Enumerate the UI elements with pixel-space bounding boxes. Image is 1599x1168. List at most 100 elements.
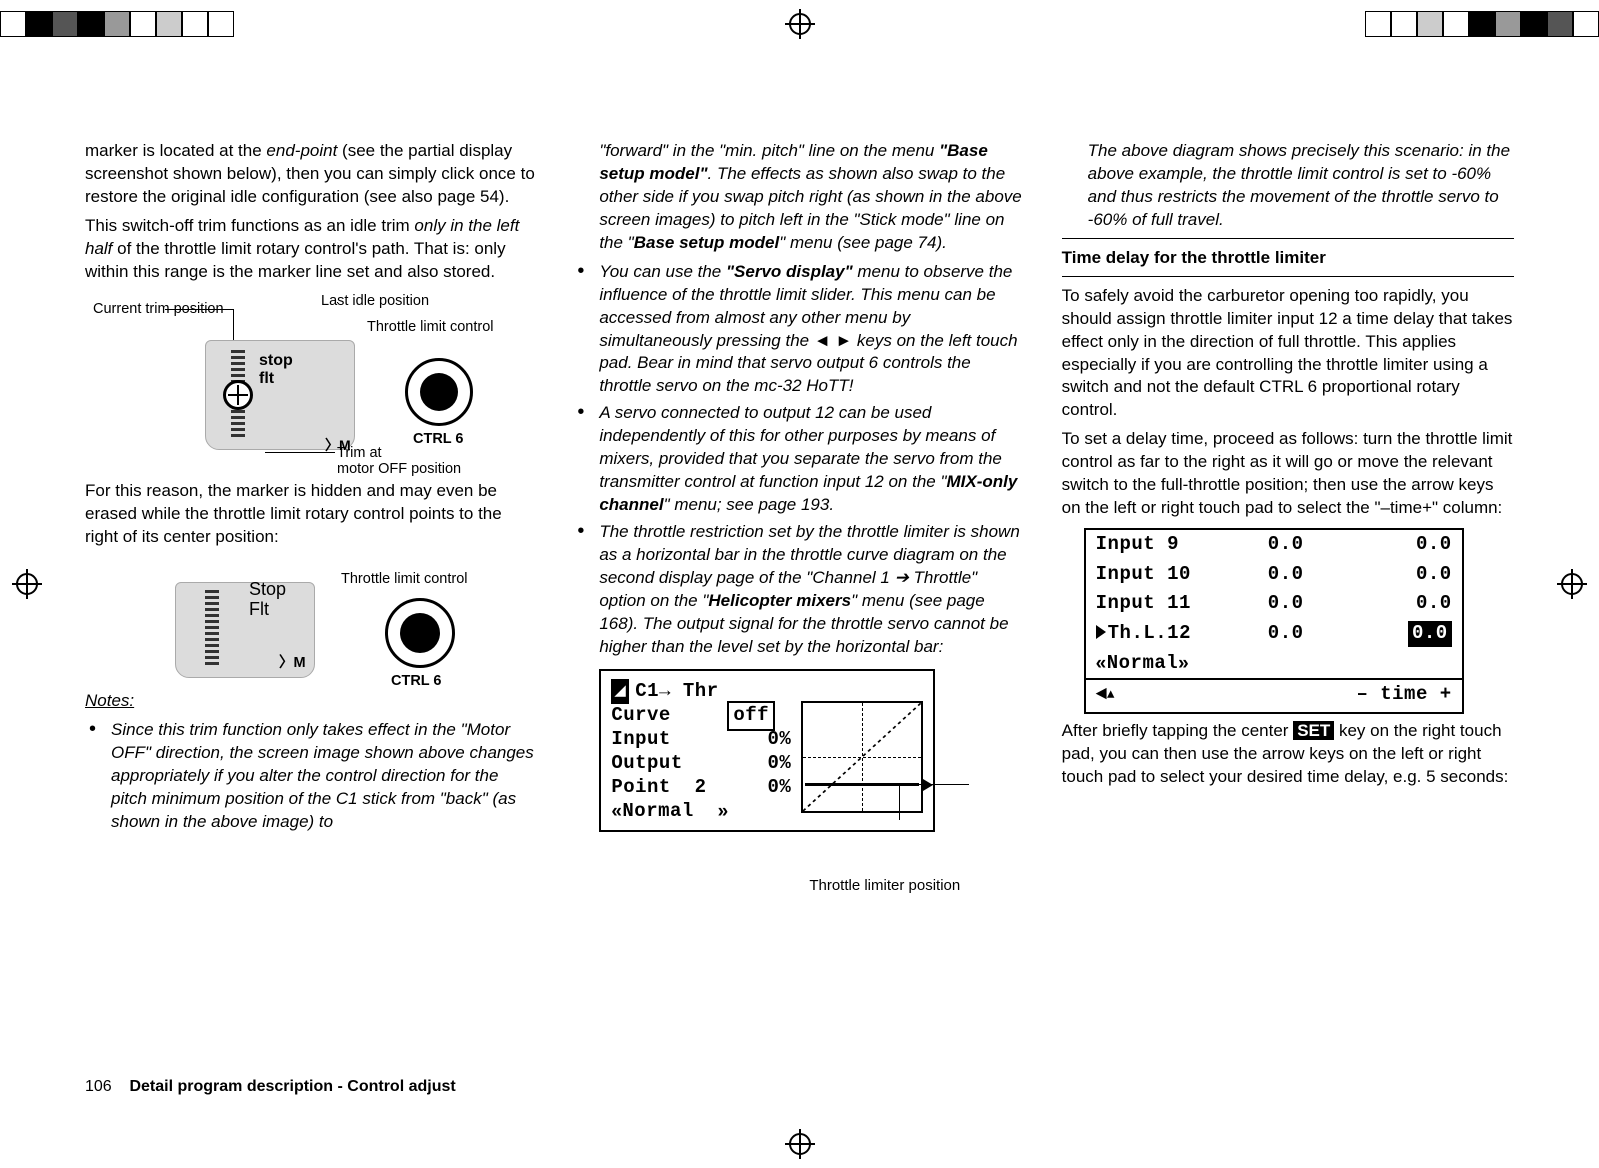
text: of the throttle limit rotary control's p… [85, 239, 506, 281]
text-italic: end-point [266, 141, 337, 160]
text: After briefly tapping the center [1062, 721, 1294, 740]
lcd-row: Input 90.00.0 [1086, 530, 1462, 560]
text-italic: " menu; see page 193. [664, 495, 835, 514]
crop-bar-bottom [0, 1130, 1599, 1158]
label-ctrl6: CTRL 6 [413, 430, 464, 450]
lcd-graph [801, 701, 923, 813]
lcd-label: Input 11 [1096, 591, 1236, 617]
text-bold-italic: "Servo display" [726, 262, 853, 281]
lcd-footer: – time + [1086, 678, 1462, 712]
registration-mark-top [789, 13, 811, 35]
list-item: You can use the "Servo display" menu to … [573, 261, 1025, 399]
column-1: marker is located at the end-point (see … [85, 140, 537, 1058]
para: This switch-off trim functions as an idl… [85, 215, 537, 284]
set-key-icon: SET [1293, 721, 1334, 740]
lcd-label: Input 9 [1096, 532, 1236, 558]
double-angle-left-icon: « [611, 799, 622, 825]
double-angle-right-icon: » [718, 799, 729, 825]
text: This switch-off trim functions as an idl… [85, 216, 414, 235]
lcd-time-delay: Input 90.00.0 Input 100.00.0 Input 110.0… [1084, 528, 1514, 714]
lcd-label: Input 10 [1096, 562, 1236, 588]
divider [1062, 238, 1514, 239]
lcd-label: Curve [611, 703, 721, 729]
curve-icon: ◢ [611, 679, 629, 705]
lcd-throttle-curve: ◢ C1→ Thr Curve off Input 0% Output 0% P… [599, 669, 1025, 897]
list-item: The throttle restriction set by the thro… [573, 521, 1025, 659]
crop-bar-top [0, 10, 1599, 38]
trim-diagram-1: Current trim position Last idle position… [105, 292, 537, 472]
lcd-phase: Normal [622, 799, 693, 825]
trim-diagram-2: StopFlt Throttle limit control CTRL 6 〉M [145, 554, 537, 684]
lcd-value: 0.0 [1236, 532, 1336, 558]
registration-mark-bottom [789, 1133, 811, 1155]
divider [1062, 276, 1514, 277]
registration-mark-left [16, 573, 38, 595]
arrow-keys-icon [1096, 682, 1115, 708]
lcd-phase: Normal [1107, 651, 1178, 677]
page-footer: 106 Detail program description - Control… [85, 1076, 456, 1098]
rotary-knob-icon [385, 598, 455, 668]
bullet-list: You can use the "Servo display" menu to … [573, 261, 1025, 659]
label-motor-off: motor OFF position [337, 460, 461, 480]
lcd-row-selected: Th.L.12 0.0 0.0 [1086, 619, 1462, 649]
section-heading: Time delay for the throttle limiter [1062, 247, 1514, 270]
lcd-label: Output [611, 751, 721, 777]
lcd-time-label: – time + [1356, 682, 1451, 708]
swatches-right [1365, 11, 1599, 37]
text-italic: You can use the [599, 262, 726, 281]
double-angle-right-icon: » [1178, 651, 1189, 677]
column-3: The above diagram shows precisely this s… [1062, 140, 1514, 1058]
pointer-line [599, 832, 1025, 862]
list-item: A servo connected to output 12 can be us… [573, 402, 1025, 517]
column-2: "forward" in the "min. pitch" line on th… [573, 140, 1025, 1058]
cursor-icon [1096, 625, 1106, 639]
lcd-value: 0.0 [1336, 562, 1452, 588]
text-bold-italic: Base setup model [634, 233, 780, 252]
text-italic: A servo connected to output 12 can be us… [599, 403, 1002, 491]
text-bold-italic: Helicopter mixers [708, 591, 851, 610]
lcd-value: 0% [721, 727, 791, 753]
lcd-row: Input 110.00.0 [1086, 589, 1462, 619]
registration-mark-right [1561, 573, 1583, 595]
rotary-knob-icon [405, 358, 473, 426]
lcd-row: Input 100.00.0 [1086, 560, 1462, 590]
footer-title: Detail program description - Control adj… [129, 1078, 455, 1095]
para: marker is located at the end-point (see … [85, 140, 537, 209]
text-italic: Since this trim function only takes effe… [111, 720, 534, 831]
para: To set a delay time, proceed as follows:… [1062, 428, 1514, 520]
label-stop-flt: StopFlt [249, 580, 286, 620]
lcd-value-selected: 0.0 [1408, 621, 1452, 647]
lcd-label: Th.L.12 [1108, 622, 1191, 644]
trim-scale-icon [205, 590, 219, 668]
trim-marker-icon [223, 380, 253, 410]
list-item: Since this trim function only takes effe… [85, 719, 537, 834]
para: After briefly tapping the center SET key… [1062, 720, 1514, 789]
text-italic: menu to observe the influence of the thr… [599, 262, 1017, 396]
lcd-value: 0.0 [1236, 621, 1336, 647]
label-throttle-limiter-position: Throttle limiter position [809, 876, 1025, 896]
lcd-row: «Normal» [1086, 649, 1462, 679]
page-content: marker is located at the end-point (see … [85, 140, 1514, 1058]
lcd-value: 0.0 [1336, 591, 1452, 617]
lcd-value: 0% [721, 751, 791, 777]
swatches-left [0, 11, 234, 37]
lcd-label: Input [611, 727, 721, 753]
lcd-value: 2 [695, 776, 707, 798]
lcd-title: C1→ Thr [635, 679, 718, 705]
lcd-value: 0% [721, 775, 791, 801]
page-number: 106 [85, 1076, 125, 1098]
lcd-label: Point [611, 776, 671, 798]
lcd-value: 0.0 [1336, 532, 1452, 558]
label-throttle-limit-control: Throttle limit control [341, 570, 468, 590]
para: To safely avoid the carburetor opening t… [1062, 285, 1514, 423]
text-italic: The above diagram shows precisely this s… [1088, 141, 1510, 229]
text-italic: " menu (see page 74). [779, 233, 947, 252]
lcd-value: 0.0 [1236, 562, 1336, 588]
para: For this reason, the marker is hidden an… [85, 480, 537, 549]
para-continuation: "forward" in the "min. pitch" line on th… [573, 140, 1025, 255]
para: The above diagram shows precisely this s… [1062, 140, 1514, 232]
text: marker is located at the [85, 141, 266, 160]
label-ctrl6: CTRL 6 [391, 672, 442, 692]
notes-list: Since this trim function only takes effe… [85, 719, 537, 834]
lcd-value: 0.0 [1236, 591, 1336, 617]
